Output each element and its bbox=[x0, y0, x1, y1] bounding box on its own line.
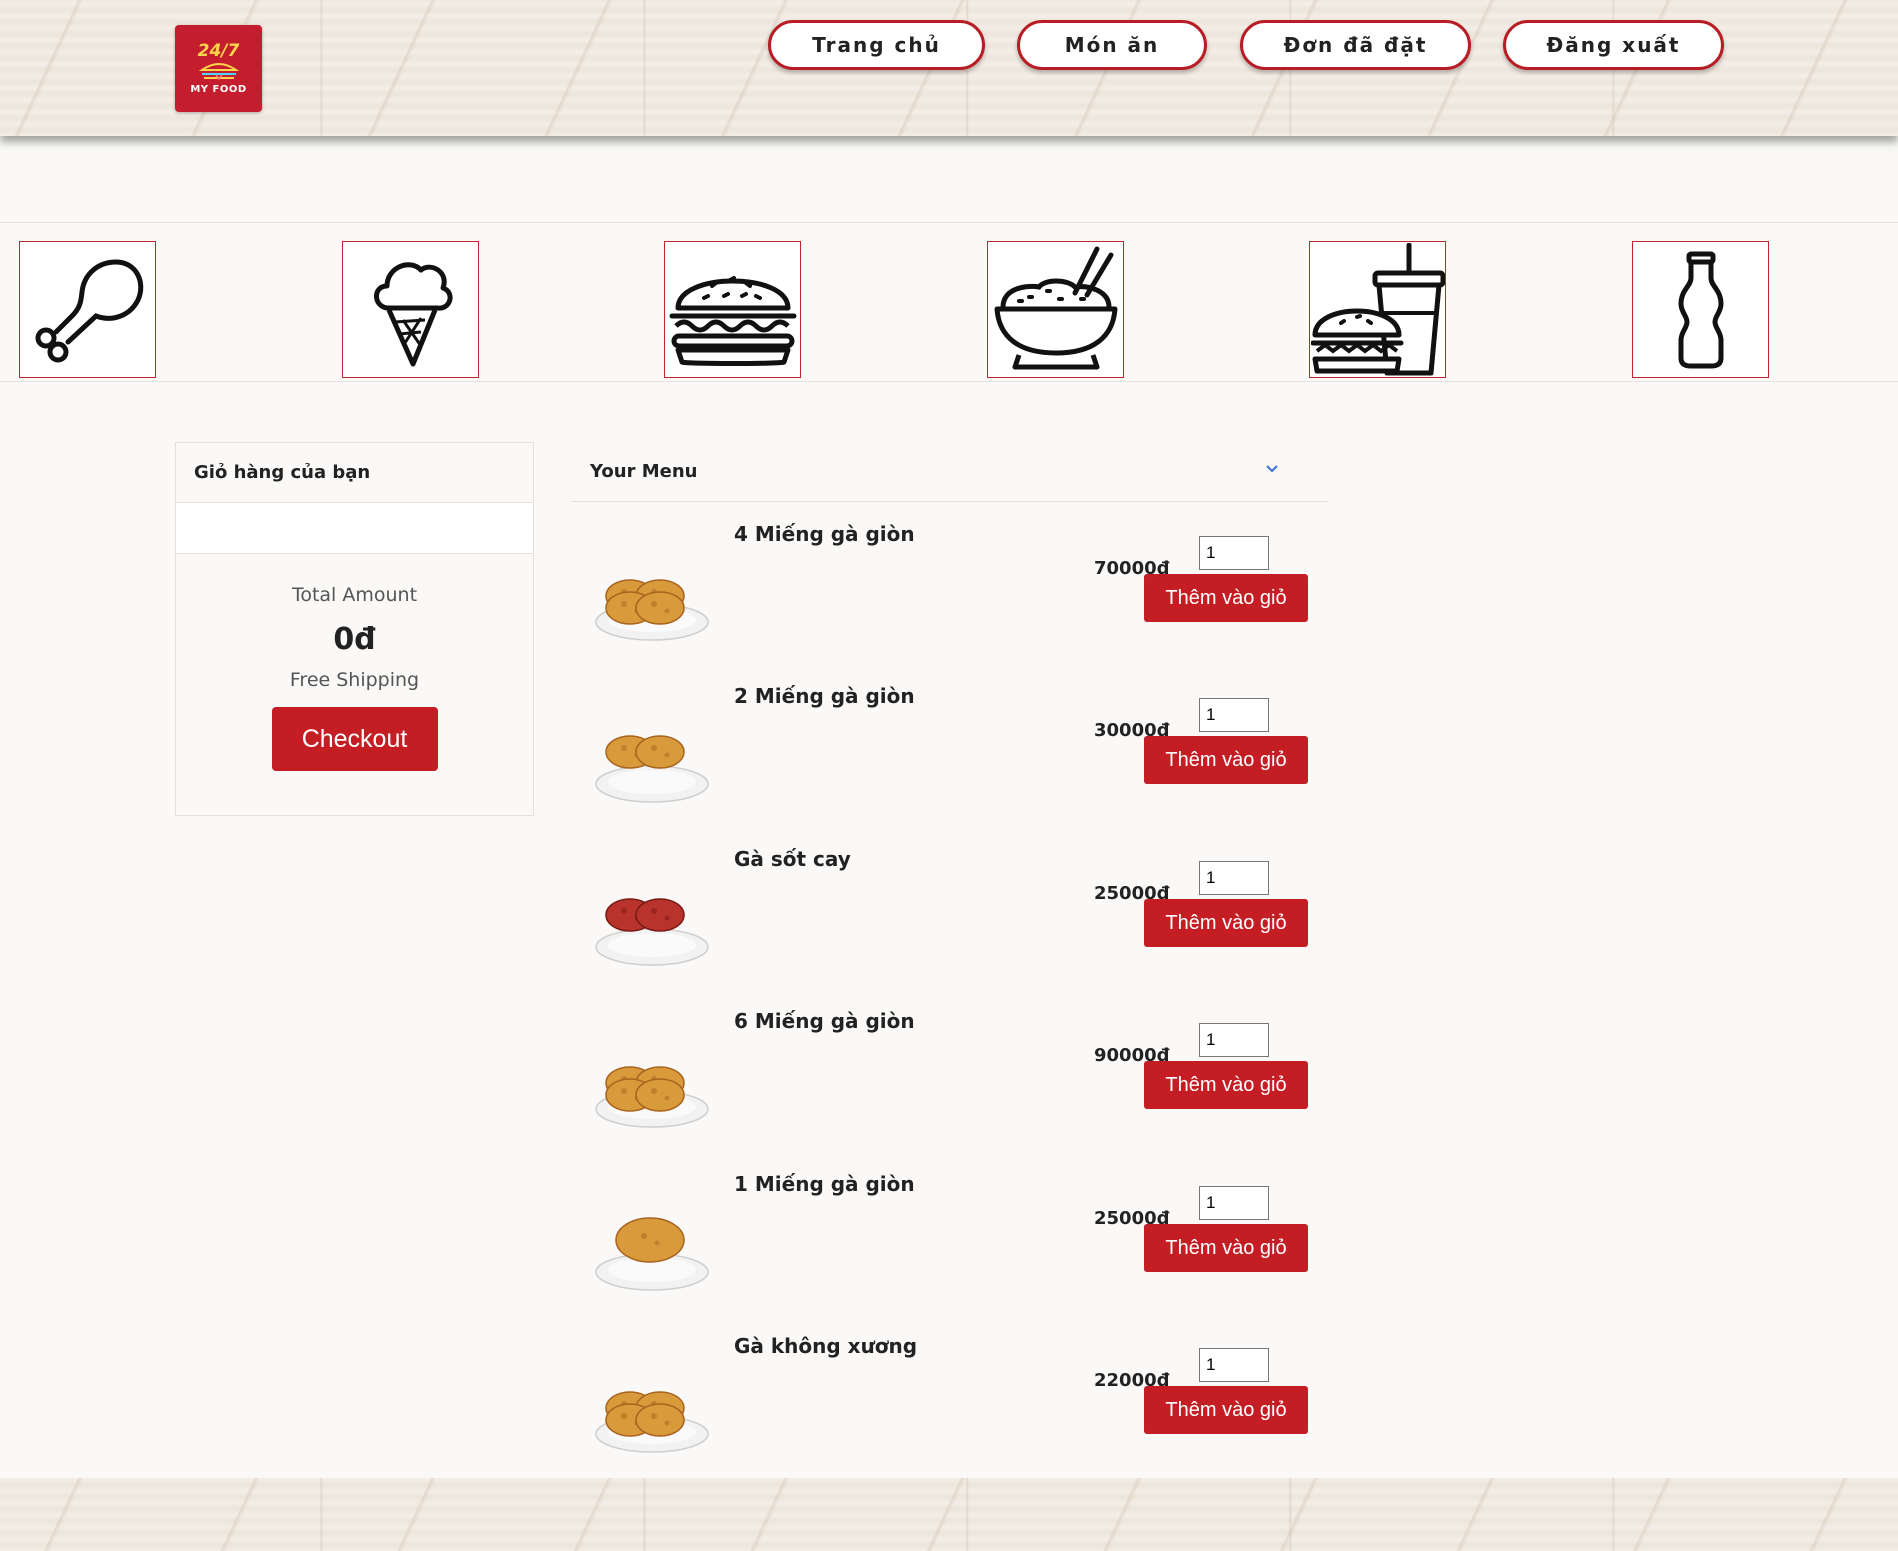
menu-item-name: Gà không xương bbox=[734, 1334, 918, 1358]
site-header: 24/7 MY FOOD Trang chủ Món ăn Đơn đã đặt… bbox=[0, 0, 1898, 136]
category-burger[interactable] bbox=[664, 241, 801, 378]
menu-title: Your Menu bbox=[590, 461, 698, 482]
cart-title: Giỏ hàng của bạn bbox=[176, 443, 533, 503]
menu-item: Gà không xương22000đThêm vào giỏ bbox=[590, 1334, 1330, 1484]
burger-drink-combo-icon bbox=[1310, 242, 1445, 375]
chicken-leg-icon bbox=[35, 259, 143, 362]
nav-food-button[interactable]: Món ăn bbox=[1017, 20, 1207, 70]
add-to-cart-button[interactable]: Thêm vào giỏ bbox=[1144, 736, 1308, 784]
menu-item-name: 2 Miếng gà giòn bbox=[734, 684, 915, 708]
menu-item-name: 1 Miếng gà giòn bbox=[734, 1172, 915, 1196]
add-to-cart-button[interactable]: Thêm vào giỏ bbox=[1144, 1224, 1308, 1272]
menu-item: Gà sốt cay25000đThêm vào giỏ bbox=[590, 847, 1330, 997]
menu-item-name: 6 Miếng gà giòn bbox=[734, 1009, 915, 1033]
nav-logout-button[interactable]: Đăng xuất bbox=[1503, 20, 1724, 70]
food-image bbox=[590, 1352, 715, 1464]
chevron-down-icon[interactable] bbox=[1265, 460, 1279, 479]
menu-item-name: Gà sốt cay bbox=[734, 847, 851, 871]
category-drinks[interactable] bbox=[1632, 241, 1769, 378]
quantity-input[interactable] bbox=[1199, 1348, 1269, 1382]
food-image bbox=[590, 540, 715, 652]
total-amount-label: Total Amount bbox=[291, 584, 418, 606]
quantity-input[interactable] bbox=[1199, 698, 1269, 732]
menu-item: 1 Miếng gà giòn25000đThêm vào giỏ bbox=[590, 1172, 1330, 1322]
food-image bbox=[590, 865, 715, 977]
logo-bottom-text: MY FOOD bbox=[190, 84, 247, 95]
menu-item: 2 Miếng gà giòn30000đThêm vào giỏ bbox=[590, 684, 1330, 834]
add-to-cart-button[interactable]: Thêm vào giỏ bbox=[1144, 1061, 1308, 1109]
cart-panel: Giỏ hàng của bạn Total Amount 0đ Free Sh… bbox=[175, 442, 534, 816]
category-combo[interactable] bbox=[1309, 241, 1446, 378]
site-footer bbox=[0, 1478, 1898, 1551]
cart-items-area bbox=[176, 503, 533, 554]
cart-summary: Total Amount 0đ Free Shipping Checkout bbox=[176, 584, 533, 771]
add-to-cart-button[interactable]: Thêm vào giỏ bbox=[1144, 574, 1308, 622]
add-to-cart-button[interactable]: Thêm vào giỏ bbox=[1144, 899, 1308, 947]
menu-header[interactable]: Your Menu bbox=[571, 442, 1329, 502]
quantity-input[interactable] bbox=[1199, 861, 1269, 895]
checkout-button[interactable]: Checkout bbox=[271, 707, 438, 771]
soda-bottle-icon bbox=[1678, 251, 1723, 368]
food-image bbox=[590, 1027, 715, 1139]
quantity-input[interactable] bbox=[1199, 1023, 1269, 1057]
category-ice-cream[interactable] bbox=[342, 241, 479, 378]
food-image bbox=[590, 702, 715, 814]
total-amount-value: 0đ bbox=[333, 622, 376, 657]
nav-home-button[interactable]: Trang chủ bbox=[768, 20, 985, 70]
quantity-input[interactable] bbox=[1199, 536, 1269, 570]
menu-item: 6 Miếng gà giòn90000đThêm vào giỏ bbox=[590, 1009, 1330, 1159]
menu-item-name: 4 Miếng gà giòn bbox=[734, 522, 915, 546]
burger-icon bbox=[669, 275, 796, 366]
category-rice[interactable] bbox=[987, 241, 1124, 378]
add-to-cart-button[interactable]: Thêm vào giỏ bbox=[1144, 1386, 1308, 1434]
quantity-input[interactable] bbox=[1199, 1186, 1269, 1220]
logo-top-text: 24/7 bbox=[197, 41, 240, 61]
nav-orders-button[interactable]: Đơn đã đặt bbox=[1240, 20, 1471, 70]
logo-burger-icon bbox=[198, 60, 240, 82]
rice-bowl-icon bbox=[994, 246, 1117, 369]
site-logo[interactable]: 24/7 MY FOOD bbox=[175, 25, 262, 112]
menu-item: 4 Miếng gà giòn70000đThêm vào giỏ bbox=[590, 522, 1330, 672]
shipping-label: Free Shipping bbox=[289, 669, 420, 691]
ice-cream-icon bbox=[373, 261, 453, 366]
category-chicken[interactable] bbox=[19, 241, 156, 378]
food-image bbox=[590, 1190, 715, 1302]
category-bar bbox=[0, 222, 1898, 382]
